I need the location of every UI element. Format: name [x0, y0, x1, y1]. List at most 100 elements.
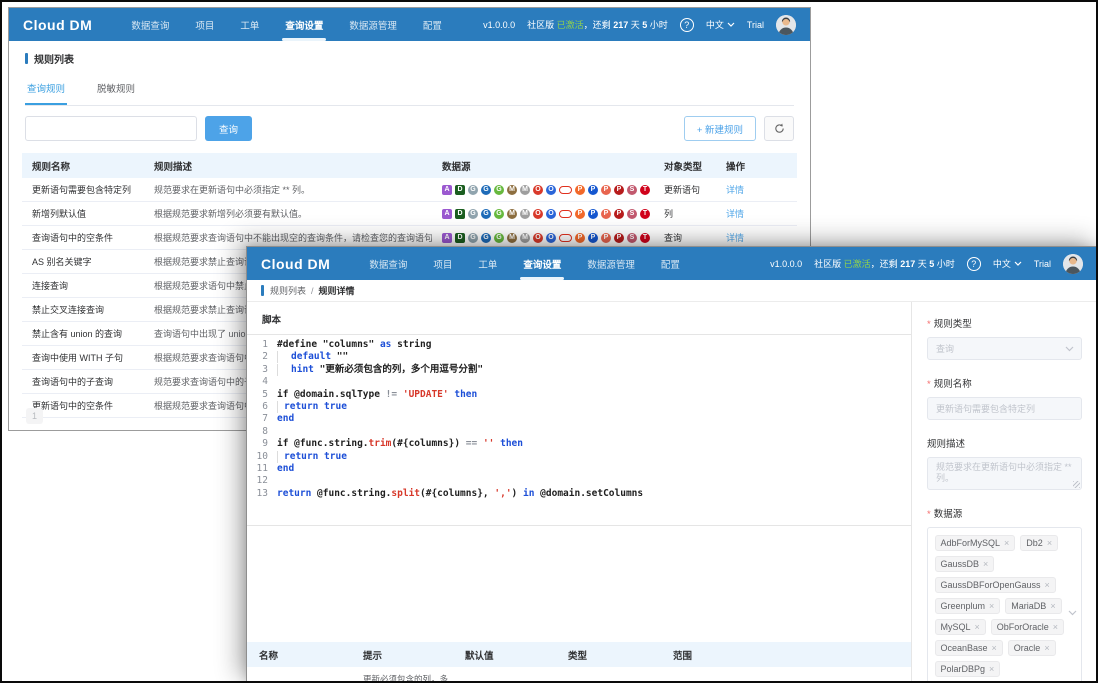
rule-type-label-text: 规则类型: [934, 319, 972, 330]
datasource-tag-oracle: Oracle×: [1008, 640, 1056, 656]
tidb-icon: T: [640, 233, 650, 243]
datasource-label-text: 数据源: [934, 509, 963, 520]
tab-query-rules[interactable]: 查询规则: [25, 74, 67, 105]
app-logo: Cloud DM: [23, 17, 92, 33]
col-datasource: 数据源: [432, 159, 654, 173]
rule-type-select[interactable]: 查询: [927, 337, 1082, 360]
datasource-tag-polardbmysql: PolarDbMySQL×: [935, 682, 1019, 683]
script-pane: 脚本 1#define "columns" as string2default …: [247, 302, 912, 682]
line-number: 12: [247, 475, 277, 487]
page-title: 规则列表: [34, 51, 74, 66]
polardbpg-icon: P: [575, 209, 585, 219]
hours-unit: 小时: [650, 20, 668, 30]
tag-remove-icon[interactable]: ×: [992, 643, 997, 653]
datasource-tag-polardbpg: PolarDBPg×: [935, 661, 1001, 677]
col-param-name: 名称: [247, 648, 351, 662]
nav-item-3[interactable]: 查询设置: [272, 8, 336, 41]
tag-remove-icon[interactable]: ×: [1047, 538, 1052, 548]
pagination-page-1[interactable]: 1: [26, 408, 43, 424]
code-text: hint "更新必须包含的列，多个用逗号分割": [277, 364, 483, 376]
new-rule-button[interactable]: + 新建规则: [684, 116, 756, 141]
tag-remove-icon[interactable]: ×: [1053, 622, 1058, 632]
help-icon[interactable]: ?: [967, 257, 981, 271]
tag-label: MariaDB: [1011, 601, 1046, 611]
code-line: 9if @func.string.trim(#{columns}) == '' …: [247, 438, 911, 450]
tag-remove-icon[interactable]: ×: [1050, 601, 1055, 611]
tag-remove-icon[interactable]: ×: [975, 622, 980, 632]
nav-item-2[interactable]: 工单: [465, 247, 510, 280]
nav-item-4[interactable]: 数据源管理: [336, 8, 410, 41]
nav-item-1[interactable]: 项目: [420, 247, 465, 280]
nav-item-1[interactable]: 项目: [182, 8, 227, 41]
code-line: 1#define "columns" as string: [247, 339, 911, 351]
gaussdb-icon: G: [468, 185, 478, 195]
nav-item-5[interactable]: 配置: [648, 247, 693, 280]
tag-remove-icon[interactable]: ×: [1045, 580, 1050, 590]
tag-remove-icon[interactable]: ×: [983, 559, 988, 569]
rule-name-label-text: 规则名称: [934, 379, 972, 390]
table-row: 更新语句需要包含特定列规范要求在更新语句中必须指定 ** 列。ADGGGMMOO…: [22, 178, 797, 202]
language-selector[interactable]: 中文: [706, 18, 735, 31]
param-table-header: 名称 提示 默认值 类型 范围: [247, 642, 911, 667]
line-number: 3: [247, 364, 277, 376]
code-text: return @func.string.split(#{columns}, ',…: [277, 488, 643, 500]
days-unit: 天: [631, 20, 640, 30]
breadcrumb-rule-list[interactable]: 规则列表: [270, 284, 306, 297]
tag-remove-icon[interactable]: ×: [1004, 538, 1009, 548]
help-icon[interactable]: ?: [680, 18, 694, 32]
tag-remove-icon[interactable]: ×: [989, 601, 994, 611]
nav-item-5[interactable]: 配置: [410, 8, 455, 41]
topbar-right: v1.0.0.0 社区版 已激活，还剩 217 天 5 小时 ? 中文 Tria…: [770, 254, 1083, 274]
nav-item-0[interactable]: 数据查询: [118, 8, 182, 41]
search-button[interactable]: 查询: [205, 116, 252, 141]
search-input[interactable]: [25, 116, 197, 141]
tag-remove-icon[interactable]: ×: [1044, 643, 1049, 653]
gaussdbforopengauss-icon: G: [481, 185, 491, 195]
detail-link[interactable]: 详情: [716, 183, 804, 196]
tab-masking-rules[interactable]: 脱敏规则: [95, 74, 137, 105]
nav-item-4[interactable]: 数据源管理: [574, 247, 648, 280]
refresh-button[interactable]: [764, 116, 794, 141]
script-editor[interactable]: 1#define "columns" as string2default ""3…: [247, 334, 911, 526]
oceanbase-icon: O: [546, 209, 556, 219]
tag-label: PolarDBPg: [941, 664, 986, 674]
rule-type-label: *规则类型: [927, 316, 1082, 330]
datasource-tag-gaussdbforopengauss: GaussDBForOpenGauss×: [935, 577, 1056, 593]
db2-icon: D: [455, 209, 465, 219]
tag-label: ObForOracle: [997, 622, 1049, 632]
detail-link[interactable]: 详情: [716, 231, 804, 244]
mariadb-icon: M: [507, 209, 517, 219]
toolbar-right: + 新建规则: [684, 116, 794, 141]
object-type-cell: 列: [654, 207, 716, 220]
polardbmysql-icon: P: [588, 185, 598, 195]
mysql-icon: M: [520, 185, 530, 195]
page-title-row: 规则列表: [25, 51, 810, 66]
polardbx-icon: P: [601, 209, 611, 219]
language-selector[interactable]: 中文: [993, 257, 1022, 270]
help-glyph: ?: [684, 20, 689, 30]
line-number: 6: [247, 401, 277, 413]
version-label: v1.0.0.0: [770, 259, 802, 269]
tag-remove-icon[interactable]: ×: [989, 664, 994, 674]
rule-name-cell: 更新语句需要包含特定列: [22, 183, 144, 196]
col-rule-name: 规则名称: [22, 159, 144, 173]
nav-item-2[interactable]: 工单: [227, 8, 272, 41]
remaining-hours: 5: [642, 20, 647, 30]
rule-name-input[interactable]: 更新语句需要包含特定列: [927, 397, 1082, 420]
rule-name-cell: 查询中使用 WITH 子句: [22, 351, 144, 364]
nav-item-3[interactable]: 查询设置: [510, 247, 574, 280]
sqlserver-icon: S: [627, 209, 637, 219]
oracle-icon: [559, 186, 572, 194]
rule-desc-textarea[interactable]: 规范要求在更新语句中必须指定 ** 列。: [927, 457, 1082, 490]
user-avatar[interactable]: [776, 15, 796, 35]
detail-link[interactable]: 详情: [716, 207, 804, 220]
nav-item-0[interactable]: 数据查询: [356, 247, 420, 280]
line-number: 11: [247, 463, 277, 475]
code-text: #define "columns" as string: [277, 339, 431, 351]
rule-name-value: 更新语句需要包含特定列: [936, 402, 1035, 415]
remaining-days: 217: [613, 20, 628, 30]
datasource-multiselect[interactable]: AdbForMySQL×Db2×GaussDB×GaussDBForOpenGa…: [927, 527, 1082, 682]
obfororacle-icon: O: [533, 185, 543, 195]
polardbx-icon: P: [601, 185, 611, 195]
user-avatar[interactable]: [1063, 254, 1083, 274]
